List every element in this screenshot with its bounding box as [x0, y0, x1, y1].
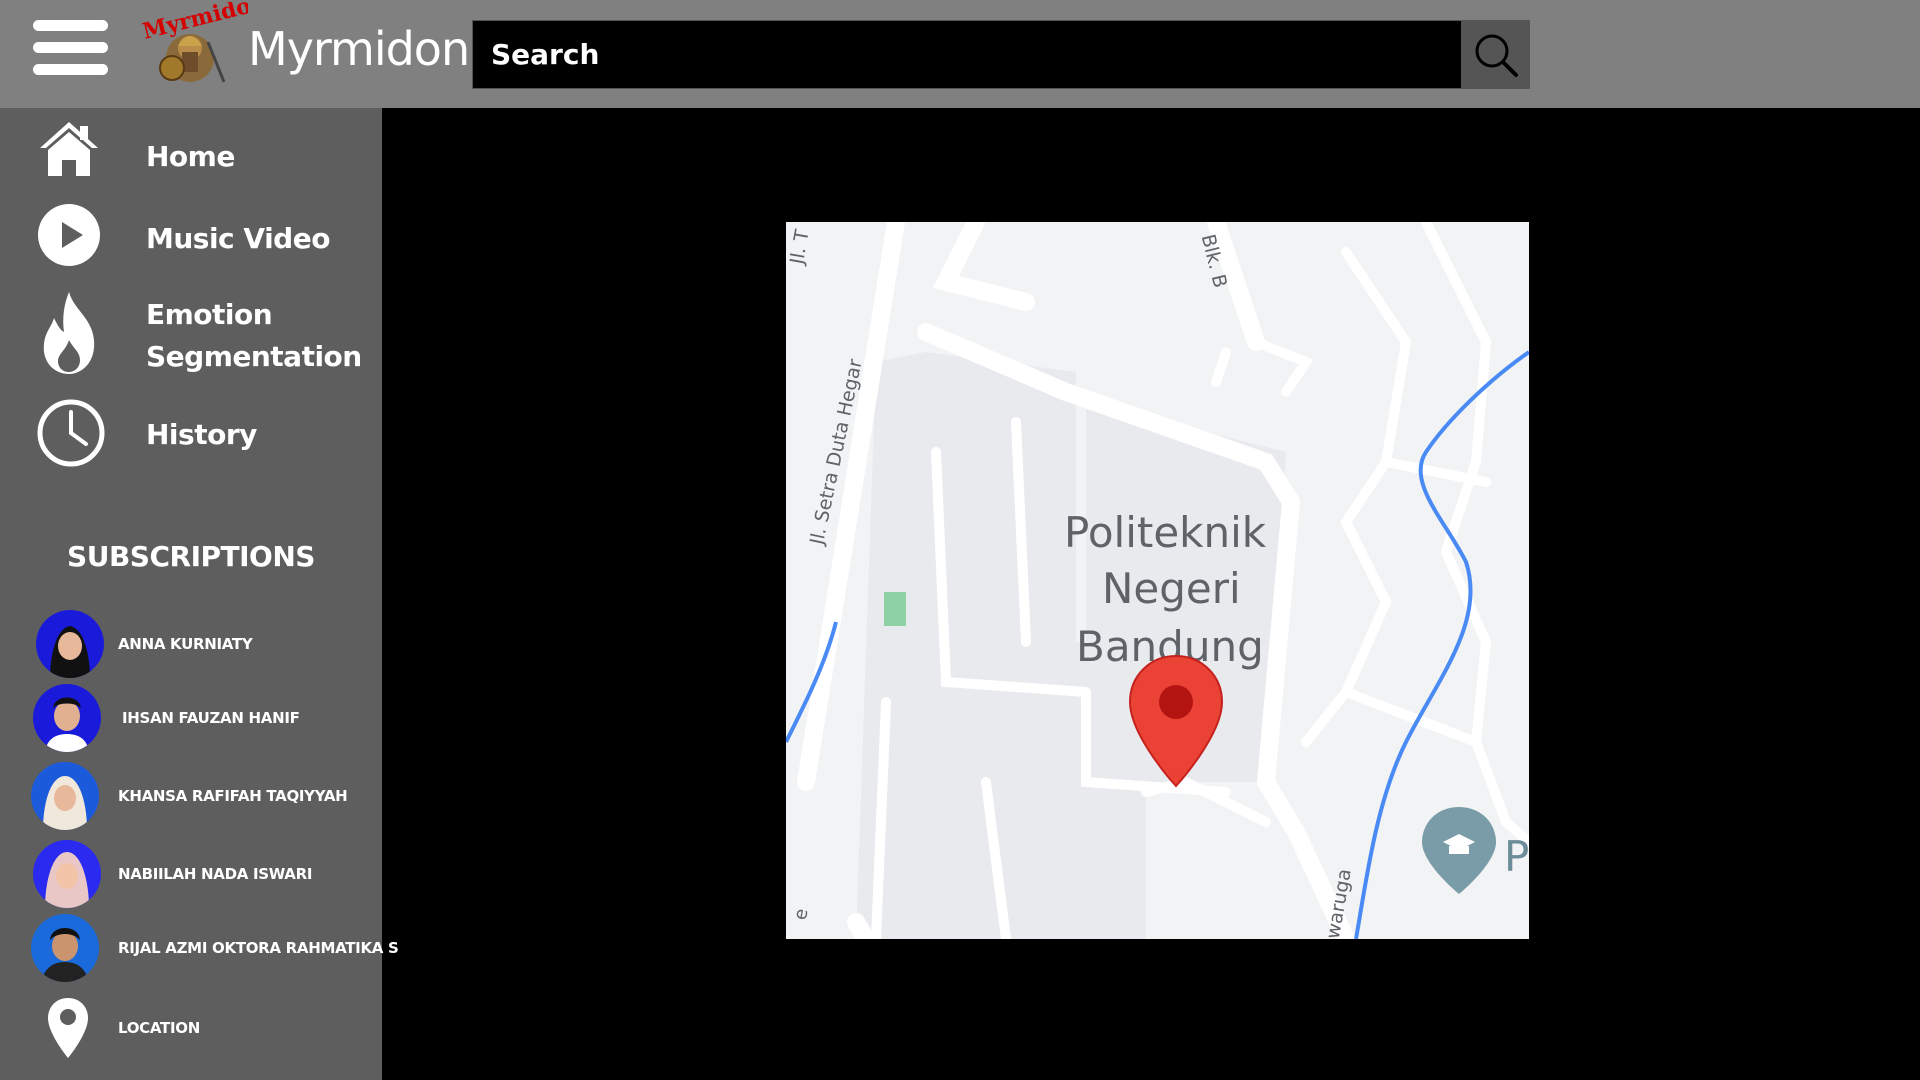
map-view[interactable]: Politeknik Negeri Bandung Jl. Setra Duta…: [786, 222, 1529, 939]
avatar: [31, 914, 99, 982]
menu-icon[interactable]: [33, 20, 108, 76]
subscription-name: KHANSA RAFIFAH TAQIYYAH: [118, 787, 348, 805]
sidebar-item-history[interactable]: History: [0, 396, 382, 468]
sidebar-label-segmentation: Segmentation: [146, 340, 362, 373]
sidebar-label-music-video: Music Video: [146, 222, 330, 255]
subscription-item[interactable]: NABIILAH NADA ISWARI: [0, 840, 382, 910]
subscription-name: NABIILAH NADA ISWARI: [118, 865, 313, 883]
sidebar-label-emotion: Emotion: [146, 298, 273, 331]
subscription-name: ANNA KURNIATY: [118, 635, 253, 653]
top-bar: Myrmidon Myrmidon: [0, 0, 1920, 108]
map-place-label: Negeri: [1102, 564, 1241, 613]
avatar: [36, 610, 104, 678]
app-title: Myrmidon: [248, 22, 470, 76]
search-button[interactable]: [1461, 20, 1530, 89]
subscription-name: RIJAL AZMI OKTORA RAHMATIKA S: [118, 939, 399, 957]
sidebar-label-history: History: [146, 418, 257, 451]
subscription-item[interactable]: IHSAN FAUZAN HANIF: [0, 684, 382, 754]
sidebar-item-music-video[interactable]: Music Video: [0, 200, 382, 270]
location-item[interactable]: LOCATION: [0, 996, 382, 1066]
sidebar-item-home[interactable]: Home: [0, 118, 382, 188]
avatar: [31, 762, 99, 830]
location-pin-icon: [48, 998, 88, 1058]
search-input[interactable]: [472, 20, 1462, 89]
sidebar-label-home: Home: [146, 140, 235, 173]
subscription-name: IHSAN FAUZAN HANIF: [122, 709, 300, 727]
fire-icon: [43, 292, 95, 374]
subscriptions-heading: SUBSCRIPTIONS: [67, 540, 315, 573]
app-logo[interactable]: Myrmidon: [138, 0, 269, 94]
subscription-item[interactable]: RIJAL AZMI OKTORA RAHMATIKA S: [0, 914, 399, 984]
map-place-label: Politeknik: [1064, 508, 1267, 557]
subscription-item[interactable]: ANNA KURNIATY: [0, 610, 382, 680]
clock-icon: [37, 399, 105, 467]
home-icon: [40, 122, 98, 176]
avatar: [33, 840, 101, 908]
avatar: [33, 684, 101, 752]
location-label: LOCATION: [118, 1019, 200, 1037]
search-icon: [1475, 34, 1518, 77]
sidebar: Home Music Video Emotion Segmentation Hi…: [0, 108, 399, 1080]
location-marker-icon[interactable]: [1128, 654, 1224, 788]
sidebar-item-emotion-segmentation[interactable]: Emotion Segmentation: [0, 284, 382, 384]
map-poi-label: P: [1504, 832, 1529, 881]
subscription-item[interactable]: KHANSA RAFIFAH TAQIYYAH: [0, 762, 382, 832]
play-icon: [38, 204, 100, 266]
